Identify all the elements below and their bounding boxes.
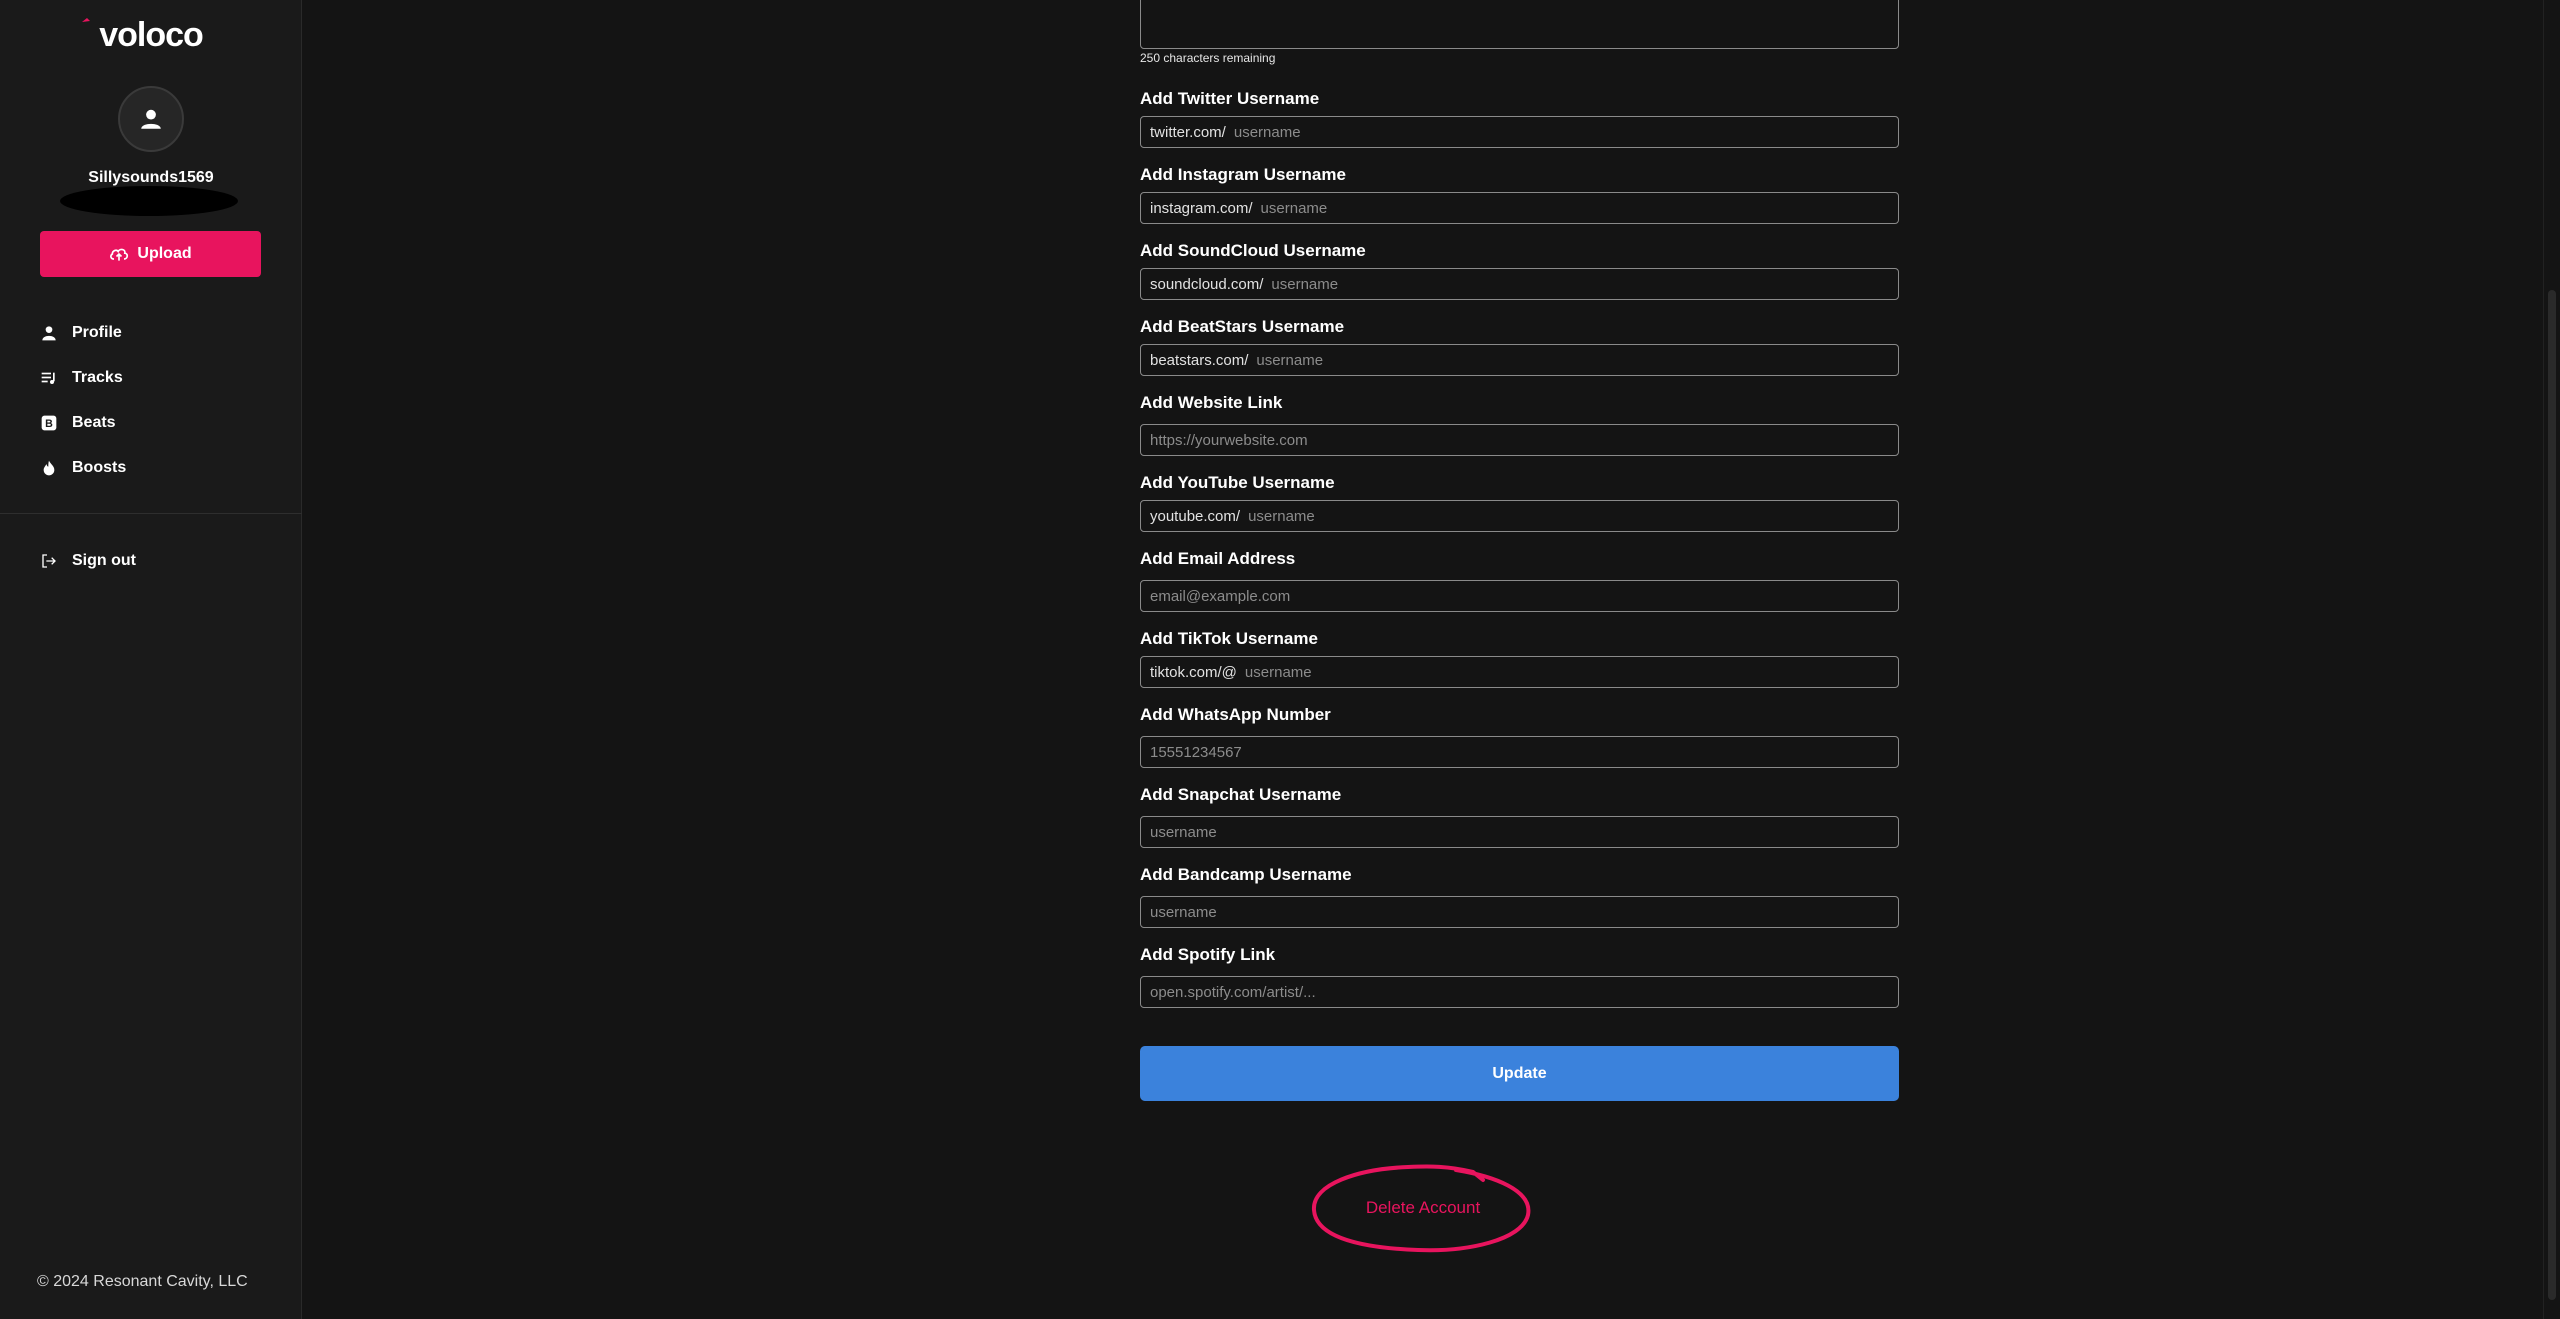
sidebar-item-tracks[interactable]: Tracks xyxy=(0,355,302,400)
scrollbar[interactable] xyxy=(2543,0,2560,1319)
email-field: Add Email Address xyxy=(1140,548,1899,612)
soundcloud-field: Add SoundCloud Username soundcloud.com/ xyxy=(1140,240,1899,300)
update-button[interactable]: Update xyxy=(1140,1046,1899,1101)
input-prefix: instagram.com/ xyxy=(1150,199,1253,217)
youtube-field: Add YouTube Username youtube.com/ xyxy=(1140,472,1899,532)
spotify-field: Add Spotify Link xyxy=(1140,944,1899,1008)
tiktok-input[interactable] xyxy=(1244,657,1898,687)
redacted-email xyxy=(60,186,238,216)
input-wrapper xyxy=(1140,736,1899,768)
svg-text:B: B xyxy=(45,418,53,430)
field-label: Add Website Link xyxy=(1140,393,1283,412)
input-prefix: twitter.com/ xyxy=(1150,123,1226,141)
input-prefix: youtube.com/ xyxy=(1150,507,1241,525)
beatstars-input[interactable] xyxy=(1256,345,1898,375)
whatsapp-input[interactable] xyxy=(1150,737,1898,767)
input-wrapper: twitter.com/ xyxy=(1140,116,1899,148)
input-prefix: tiktok.com/@ xyxy=(1150,663,1237,681)
sidebar-item-boosts[interactable]: Boosts xyxy=(0,445,302,490)
username: Sillysounds1569 xyxy=(88,169,214,186)
input-prefix: beatstars.com/ xyxy=(1150,351,1249,369)
input-wrapper xyxy=(1140,976,1899,1008)
sign-out-label: Sign out xyxy=(72,551,136,569)
avatar[interactable] xyxy=(118,86,184,152)
field-label: Add Email Address xyxy=(1140,549,1296,568)
website-input[interactable] xyxy=(1150,425,1898,455)
bandcamp-field: Add Bandcamp Username xyxy=(1140,864,1899,928)
field-label: Add Spotify Link xyxy=(1140,945,1276,964)
input-wrapper: tiktok.com/@ xyxy=(1140,656,1899,688)
sidebar-item-label: Tracks xyxy=(72,368,123,386)
instagram-input[interactable] xyxy=(1260,193,1898,223)
field-label: Add YouTube Username xyxy=(1140,473,1335,492)
logout-icon xyxy=(40,552,58,570)
field-label: Add WhatsApp Number xyxy=(1140,705,1331,724)
instagram-field: Add Instagram Username instagram.com/ xyxy=(1140,164,1899,224)
field-label: Add Twitter Username xyxy=(1140,89,1320,108)
scrollbar-thumb[interactable] xyxy=(2548,290,2556,1300)
field-label: Add BeatStars Username xyxy=(1140,317,1345,336)
sidebar-item-label: Profile xyxy=(72,323,122,341)
input-wrapper: soundcloud.com/ xyxy=(1140,268,1899,300)
field-label: Add Bandcamp Username xyxy=(1140,865,1352,884)
tiktok-field: Add TikTok Username tiktok.com/@ xyxy=(1140,628,1899,688)
sidebar-divider xyxy=(0,513,302,514)
sidebar-nav: Profile Tracks B Beats Boosts xyxy=(0,310,302,490)
twitter-input[interactable] xyxy=(1233,117,1898,147)
snapchat-input[interactable] xyxy=(1150,817,1898,847)
signout-section: Sign out xyxy=(0,538,302,583)
delete-account-button[interactable]: Delete Account xyxy=(1308,1160,1538,1255)
svg-text:voloco: voloco xyxy=(99,16,203,52)
playlist-icon xyxy=(40,369,58,387)
input-wrapper xyxy=(1140,424,1899,456)
input-wrapper: youtube.com/ xyxy=(1140,500,1899,532)
sidebar-item-label: Boosts xyxy=(72,458,127,476)
snapchat-field: Add Snapchat Username xyxy=(1140,784,1899,848)
flame-icon xyxy=(40,459,58,477)
website-field: Add Website Link xyxy=(1140,392,1899,456)
twitter-field: Add Twitter Username twitter.com/ xyxy=(1140,88,1899,148)
delete-account-area: Delete Account xyxy=(1308,1160,1538,1255)
input-wrapper xyxy=(1140,816,1899,848)
copyright: © 2024 Resonant Cavity, LLC xyxy=(37,1273,248,1290)
sidebar-item-label: Beats xyxy=(72,413,116,431)
bandcamp-input[interactable] xyxy=(1150,897,1898,927)
field-label: Add Snapchat Username xyxy=(1140,785,1342,804)
voloco-logo[interactable]: voloco xyxy=(0,16,302,57)
soundcloud-input[interactable] xyxy=(1271,269,1898,299)
upload-label: Upload xyxy=(137,245,192,262)
beats-b-icon: B xyxy=(40,414,58,432)
field-label: Add TikTok Username xyxy=(1140,629,1318,648)
sidebar-item-profile[interactable]: Profile xyxy=(0,310,302,355)
input-wrapper xyxy=(1140,580,1899,612)
input-prefix: soundcloud.com/ xyxy=(1150,275,1264,293)
chars-remaining: 250 characters remaining xyxy=(1140,51,1276,65)
bio-textarea[interactable] xyxy=(1140,0,1899,49)
sidebar-item-beats[interactable]: B Beats xyxy=(0,400,302,445)
sidebar: voloco Sillysounds1569 Upload Profile Tr… xyxy=(0,0,302,1319)
upload-button[interactable]: Upload xyxy=(40,231,261,277)
field-label: Add SoundCloud Username xyxy=(1140,241,1366,260)
spotify-input[interactable] xyxy=(1150,977,1898,1007)
whatsapp-field: Add WhatsApp Number xyxy=(1140,704,1899,768)
voloco-logo-mark: voloco xyxy=(82,16,204,52)
input-wrapper: beatstars.com/ xyxy=(1140,344,1899,376)
beatstars-field: Add BeatStars Username beatstars.com/ xyxy=(1140,316,1899,376)
user-icon xyxy=(141,109,161,129)
cloud-upload-icon xyxy=(110,248,129,261)
email-input[interactable] xyxy=(1150,581,1898,611)
person-icon xyxy=(40,324,58,342)
youtube-input[interactable] xyxy=(1248,501,1898,531)
field-label: Add Instagram Username xyxy=(1140,165,1346,184)
input-wrapper xyxy=(1140,896,1899,928)
sign-out-button[interactable]: Sign out xyxy=(0,538,302,583)
input-wrapper: instagram.com/ xyxy=(1140,192,1899,224)
